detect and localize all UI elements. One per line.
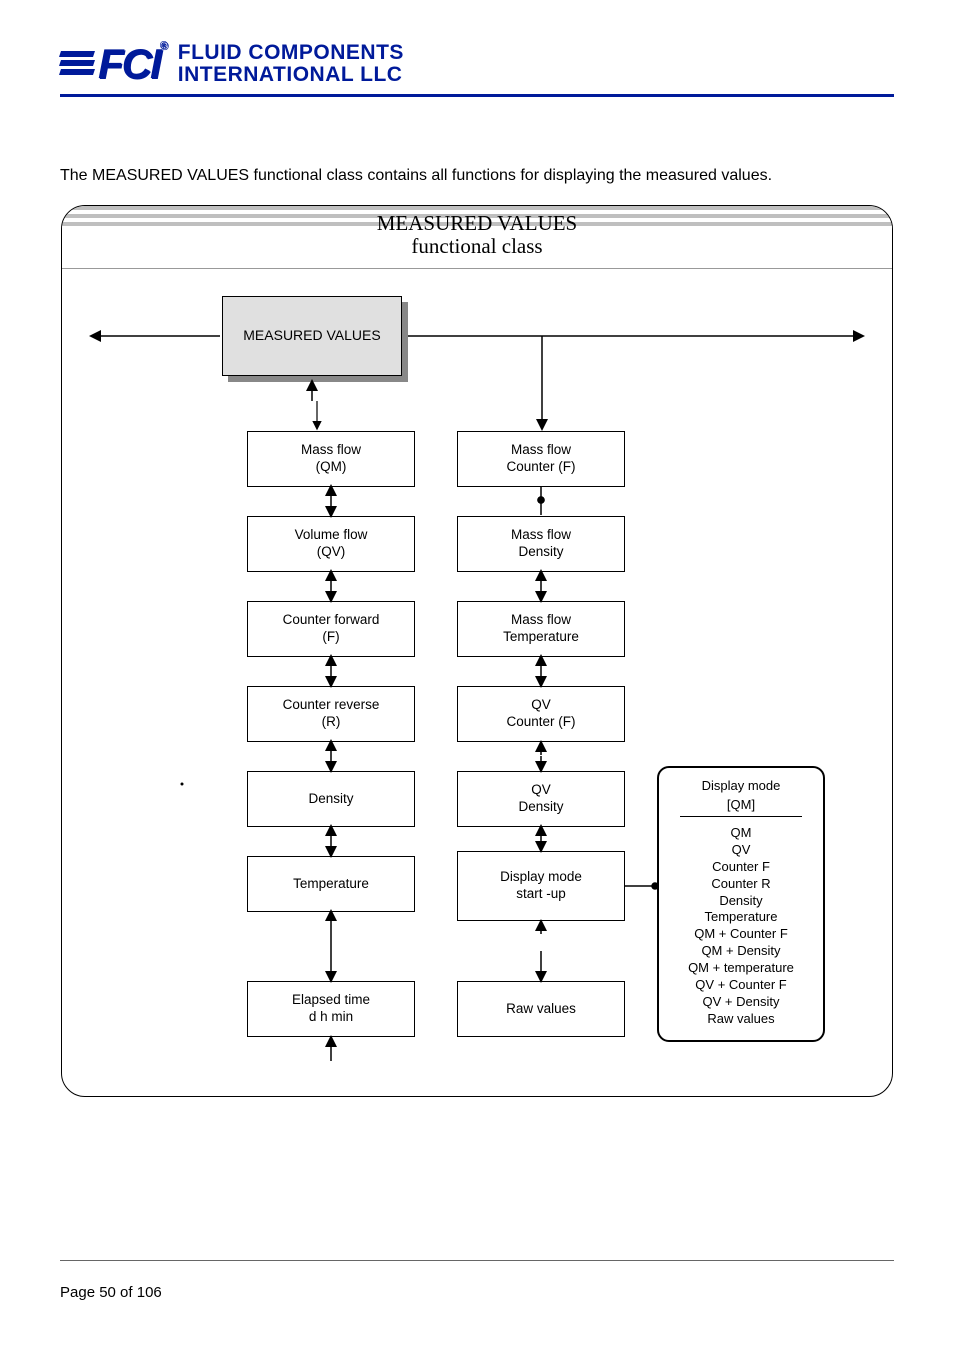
col1-box-5: Temperature [247, 856, 415, 912]
col1-box-2: Counter forward (F) [247, 601, 415, 657]
col1-box-3: Counter reverse (R) [247, 686, 415, 742]
options-divider [680, 816, 802, 817]
options-head1: Display mode [665, 778, 817, 793]
col1-box-4: Density [247, 771, 415, 827]
col2-box-1-l1: Mass flow [511, 527, 571, 544]
col1-box-1: Volume flow (QV) [247, 516, 415, 572]
root-box-label: MEASURED VALUES [243, 327, 380, 345]
col1-box-3-l2: (R) [322, 714, 341, 731]
opt-8: QM + temperature [665, 960, 817, 977]
logo-abbr: FCI [98, 40, 160, 87]
root-box: MEASURED VALUES [222, 296, 402, 376]
col1-box-6: Elapsed time d h min [247, 981, 415, 1037]
col2-box-4: QV Density [457, 771, 625, 827]
opt-0: QM [665, 825, 817, 842]
flow-diagram: MEASURED VALUES functional class MEASURE… [61, 205, 893, 1097]
header-rule [60, 94, 894, 97]
fci-logo-mark: FCI® [60, 40, 166, 88]
col1-box-5-l1: Temperature [293, 876, 369, 893]
opt-2: Counter F [665, 859, 817, 876]
logo: FCI® FLUID COMPONENTS INTERNATIONAL LLC [60, 40, 894, 88]
col2-box-6-l1: Raw values [506, 1001, 576, 1018]
col2-box-5-l2: start -up [516, 886, 566, 903]
opt-1: QV [665, 842, 817, 859]
col1-box-0-l1: Mass flow [301, 442, 361, 459]
col2-box-1-l2: Density [518, 544, 563, 561]
col1-box-2-l2: (F) [322, 629, 339, 646]
opt-9: QV + Counter F [665, 977, 817, 994]
col1-box-6-l1: Elapsed time [292, 992, 370, 1009]
col2-box-3-l1: QV [531, 697, 551, 714]
diagram-header: MEASURED VALUES functional class [62, 206, 892, 269]
col2-box-1: Mass flow Density [457, 516, 625, 572]
options-panel: Display mode [QM] QM QV Counter F Counte… [657, 766, 825, 1042]
col2-box-3-l2: Counter (F) [506, 714, 575, 731]
options-head2: [QM] [665, 797, 817, 812]
intro-text: The MEASURED VALUES functional class con… [60, 167, 894, 185]
col2-box-5: Display mode start -up [457, 851, 625, 921]
col1-box-0: Mass flow (QM) [247, 431, 415, 487]
opt-6: QM + Counter F [665, 926, 817, 943]
diagram-subtitle: functional class [411, 234, 542, 259]
col2-box-0-l2: Counter (F) [506, 459, 575, 476]
footer-rule [60, 1260, 894, 1261]
col1-box-0-l2: (QM) [316, 459, 347, 476]
logo-reg: ® [160, 40, 166, 52]
options-list: QM QV Counter F Counter R Density Temper… [665, 825, 817, 1028]
col1-box-3-l1: Counter reverse [283, 697, 380, 714]
opt-7: QM + Density [665, 943, 817, 960]
opt-4: Density [665, 893, 817, 910]
col2-box-2-l2: Temperature [503, 629, 579, 646]
col1-box-6-l2: d h min [309, 1009, 353, 1026]
col2-box-5-l1: Display mode [500, 869, 582, 886]
opt-10: QV + Density [665, 994, 817, 1011]
col1-box-4-l1: Density [308, 791, 353, 808]
col2-box-0: Mass flow Counter (F) [457, 431, 625, 487]
col2-box-2-l1: Mass flow [511, 612, 571, 629]
col2-box-6: Raw values [457, 981, 625, 1037]
opt-3: Counter R [665, 876, 817, 893]
col2-box-2: Mass flow Temperature [457, 601, 625, 657]
page-footer: Page 50 of 106 [60, 1284, 162, 1301]
col2-box-3: QV Counter (F) [457, 686, 625, 742]
logo-line1: FLUID COMPONENTS [178, 42, 404, 64]
col1-box-1-l2: (QV) [317, 544, 346, 561]
logo-text: FLUID COMPONENTS INTERNATIONAL LLC [178, 42, 404, 86]
col1-box-2-l1: Counter forward [283, 612, 380, 629]
col1-box-1-l1: Volume flow [295, 527, 368, 544]
col2-box-4-l1: QV [531, 782, 551, 799]
col2-box-0-l1: Mass flow [511, 442, 571, 459]
col2-box-4-l2: Density [518, 799, 563, 816]
diagram-title: MEASURED VALUES [377, 211, 578, 236]
opt-5: Temperature [665, 909, 817, 926]
opt-11: Raw values [665, 1011, 817, 1028]
logo-line2: INTERNATIONAL LLC [178, 64, 404, 86]
